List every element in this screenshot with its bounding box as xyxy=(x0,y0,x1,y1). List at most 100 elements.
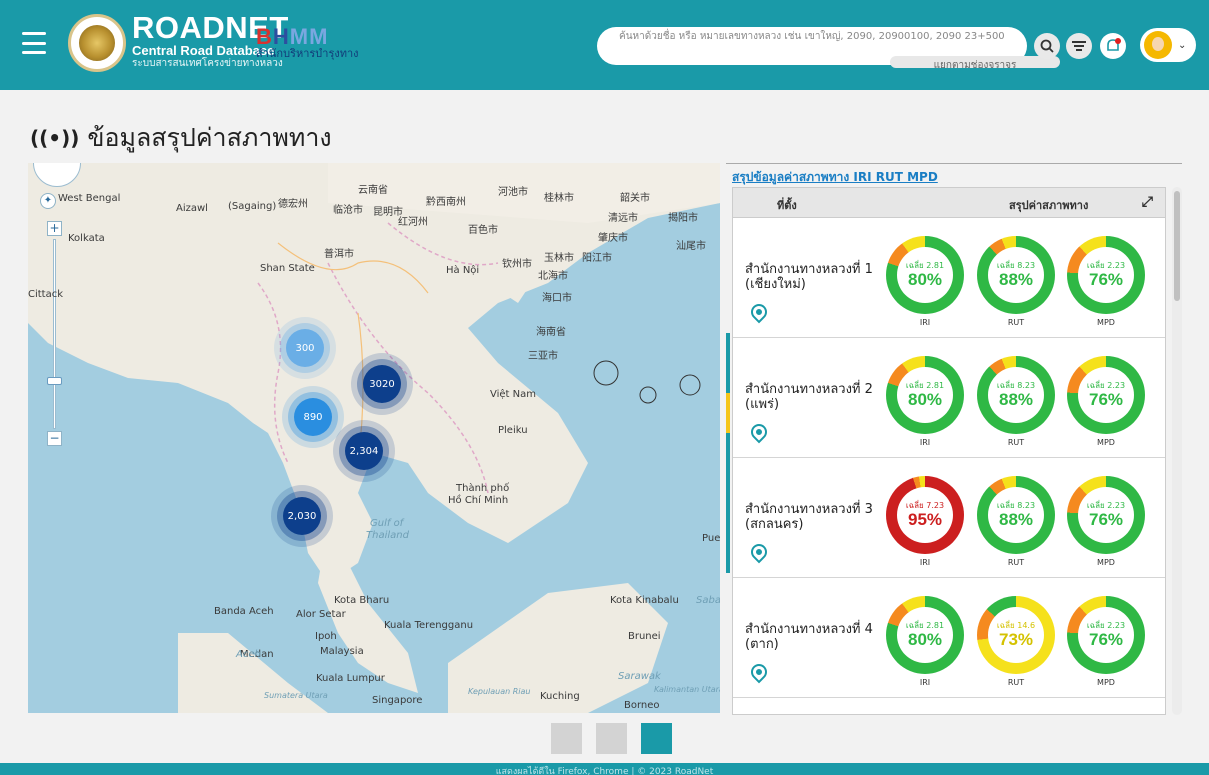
iri-gauge: เฉลี่ย 2.81 80% IRI xyxy=(886,596,964,687)
map-label: 钦州市 xyxy=(502,259,532,270)
iri-gauge: เฉลี่ย 2.81 80% IRI xyxy=(886,356,964,447)
panel-accent-bar xyxy=(726,333,730,573)
gauge-percent: 76% xyxy=(1088,630,1124,649)
panel-scrollbar[interactable] xyxy=(1172,187,1182,715)
gauge-percent: 80% xyxy=(907,270,943,289)
map-label: Kuala Terengganu xyxy=(384,620,474,631)
map-label: Ipoh xyxy=(315,631,337,642)
zoom-out-button[interactable]: − xyxy=(47,431,62,446)
summary-table: ที่ตั้ง สรุปค่าสภาพทาง ⤢ สำนักงานทางหลวง… xyxy=(732,187,1166,715)
table-row: สำนักงานทางหลวงที่ 2 (แพร่) เฉลี่ย 2.81 8… xyxy=(733,338,1165,458)
map-label: Borneo xyxy=(624,700,660,711)
gauge-percent: 76% xyxy=(1088,270,1124,289)
panel-title[interactable]: สรุปข้อมูลค่าสภาพทาง IRI RUT MPD xyxy=(732,168,938,187)
map-label: 海南省 xyxy=(536,327,566,338)
gauge-average: เฉลี่ย 8.23 xyxy=(996,381,1036,390)
rut-gauge: เฉลี่ย 8.23 88% RUT xyxy=(977,236,1055,327)
gauge-average: เฉลี่ย 7.23 xyxy=(905,501,945,510)
map-label: Alor Setar xyxy=(296,609,346,620)
gauge-percent: 88% xyxy=(998,510,1034,529)
page-button-1[interactable] xyxy=(551,723,582,754)
map-label: Việt Nam xyxy=(490,389,537,400)
map-label: Cittack xyxy=(28,289,64,300)
top-header: ROADNET Central Road Database ระบบสารสนเ… xyxy=(0,0,1209,90)
map-label: Malaysia xyxy=(320,646,364,657)
column-location: ที่ตั้ง xyxy=(777,199,797,212)
gauge-average: เฉลี่ย 2.23 xyxy=(1086,381,1126,390)
map-label: Sabah xyxy=(696,595,720,606)
gauge-average: เฉลี่ย 2.81 xyxy=(905,621,945,630)
gauge-label: MPD xyxy=(1097,678,1115,687)
table-header: ที่ตั้ง สรุปค่าสภาพทาง ⤢ xyxy=(733,188,1165,218)
map-cluster-marker[interactable]: 3020 xyxy=(363,365,401,403)
office-name: สำนักงานทางหลวงที่ 2 (แพร่) xyxy=(745,382,873,412)
panel-divider xyxy=(726,163,1182,164)
map-label: 桂林市 xyxy=(544,193,574,204)
signal-icon: ((•)) xyxy=(30,126,80,150)
notification-icon[interactable] xyxy=(1100,33,1126,59)
column-summary: สรุปค่าสภาพทาง xyxy=(1009,199,1089,212)
map-label: Kolkata xyxy=(68,233,105,244)
scrollbar-thumb[interactable] xyxy=(1174,191,1180,301)
expand-icon[interactable]: ⤢ xyxy=(1142,194,1153,210)
map-label: Gulf of xyxy=(370,518,404,529)
map-label: Pleiku xyxy=(498,425,528,436)
gauge-percent: 76% xyxy=(1088,390,1124,409)
page-button-2[interactable] xyxy=(596,723,627,754)
gauge-average: เฉลี่ย 8.23 xyxy=(996,261,1036,270)
map-cluster-marker[interactable]: 2,030 xyxy=(283,497,321,535)
user-menu[interactable]: ⌄ xyxy=(1140,28,1196,62)
map-label: 揭阳市 xyxy=(668,213,698,224)
gauge-percent: 76% xyxy=(1088,510,1124,529)
map-label: 阳江市 xyxy=(582,253,612,264)
office-name: สำนักงานทางหลวงที่ 3 (สกลนคร) xyxy=(745,502,873,532)
gauge-percent: 95% xyxy=(907,510,943,529)
summary-panel: สรุปข้อมูลค่าสภาพทาง IRI RUT MPD ที่ตั้ง… xyxy=(726,163,1185,715)
zoom-slider-track[interactable] xyxy=(53,239,56,429)
map-label: 肇庆市 xyxy=(598,233,628,244)
table-row: สำนักงานทางหลวงที่ 3 (สกลนคร) เฉลี่ย 7.2… xyxy=(733,458,1165,578)
map-label: 清远市 xyxy=(608,213,638,224)
location-pin-icon[interactable] xyxy=(747,300,771,324)
gauge-percent: 80% xyxy=(907,390,943,409)
map-label: Kuching xyxy=(540,691,580,702)
gauge-average: เฉลี่ย 2.23 xyxy=(1086,261,1126,270)
map-view[interactable]: ✦ + − Kolkata Aizawl West Bengal (Sagain… xyxy=(28,163,720,713)
map-label: 百色市 xyxy=(468,225,498,236)
map-label: 韶关市 xyxy=(620,193,650,204)
gauge-label: IRI xyxy=(919,438,931,447)
map-label: Aizawl xyxy=(176,203,208,214)
search-icon[interactable] xyxy=(1034,33,1060,59)
mpd-gauge: เฉลี่ย 2.23 76% MPD xyxy=(1067,476,1145,567)
map-cluster-marker[interactable]: 2,304 xyxy=(345,432,383,470)
gauge-average: เฉลี่ย 8.23 xyxy=(996,501,1036,510)
gauge-label: MPD xyxy=(1097,558,1115,567)
location-pin-icon[interactable] xyxy=(747,420,771,444)
map-label: Kepulauan Riau xyxy=(468,687,531,696)
map-label: Hồ Chí Minh xyxy=(448,495,509,506)
iri-gauge: เฉลี่ย 2.81 80% IRI xyxy=(886,236,964,327)
map-label: Thailand xyxy=(366,530,409,541)
person-locate-icon[interactable]: ✦ xyxy=(40,193,56,209)
map-label: 玉林市 xyxy=(544,253,574,264)
location-pin-icon[interactable] xyxy=(747,660,771,684)
gauge-label: MPD xyxy=(1097,318,1115,327)
zoom-in-button[interactable]: + xyxy=(47,221,62,236)
map-cluster-marker[interactable]: 890 xyxy=(294,398,332,436)
table-row: สำนักงานทางหลวงที่ 4 (ตาก) เฉลี่ย 2.81 80… xyxy=(733,578,1165,698)
page-button-3[interactable] xyxy=(641,723,672,754)
location-pin-icon[interactable] xyxy=(747,540,771,564)
mpd-gauge: เฉลี่ย 2.23 76% MPD xyxy=(1067,596,1145,687)
search-placeholder: ค้นหาด้วยชื่อ หรือ หมายเลขทางหลวง เช่น เ… xyxy=(619,31,1005,42)
zoom-slider-handle[interactable] xyxy=(47,377,62,385)
gauge-percent: 88% xyxy=(998,390,1034,409)
map-label: 北海市 xyxy=(538,271,568,282)
map-label: Aceh xyxy=(236,649,261,660)
menu-icon[interactable] xyxy=(22,32,46,54)
map-cluster-marker[interactable]: 300 xyxy=(286,329,324,367)
map-label: 普洱市 xyxy=(324,249,354,260)
lane-filter-toggle[interactable]: แยกตามช่องจราจร xyxy=(890,56,1060,68)
bhmm-logo: BHMM สำนักบริหารบำรุงทาง xyxy=(256,24,359,60)
filter-icon[interactable] xyxy=(1066,33,1092,59)
gauge-average: เฉลี่ย 2.81 xyxy=(905,261,945,270)
